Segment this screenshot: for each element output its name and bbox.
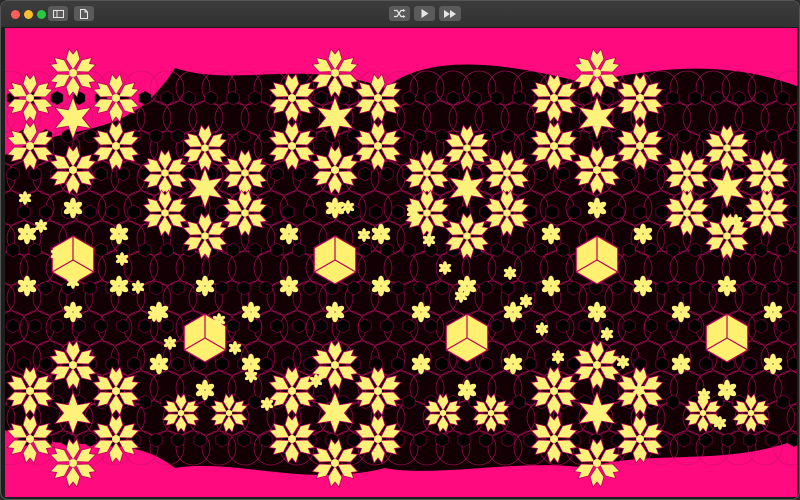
fast-forward-icon [444,9,456,18]
zoom-window-button[interactable] [37,10,46,19]
document-icon [80,8,88,19]
close-window-button[interactable] [11,10,20,19]
minimize-window-button[interactable] [24,10,33,19]
title-bar [1,1,799,28]
sidebar-icon [52,9,64,18]
tiling-canvas[interactable] [5,28,797,497]
app-window [0,0,800,500]
tiling-artwork [5,28,797,497]
play-button[interactable] [414,6,435,21]
new-document-button[interactable] [74,6,94,21]
play-icon [421,9,429,18]
shuffle-button[interactable] [389,6,410,21]
fast-forward-button[interactable] [439,6,461,21]
shuffle-icon [393,9,406,18]
sidebar-toggle-button[interactable] [48,6,68,21]
